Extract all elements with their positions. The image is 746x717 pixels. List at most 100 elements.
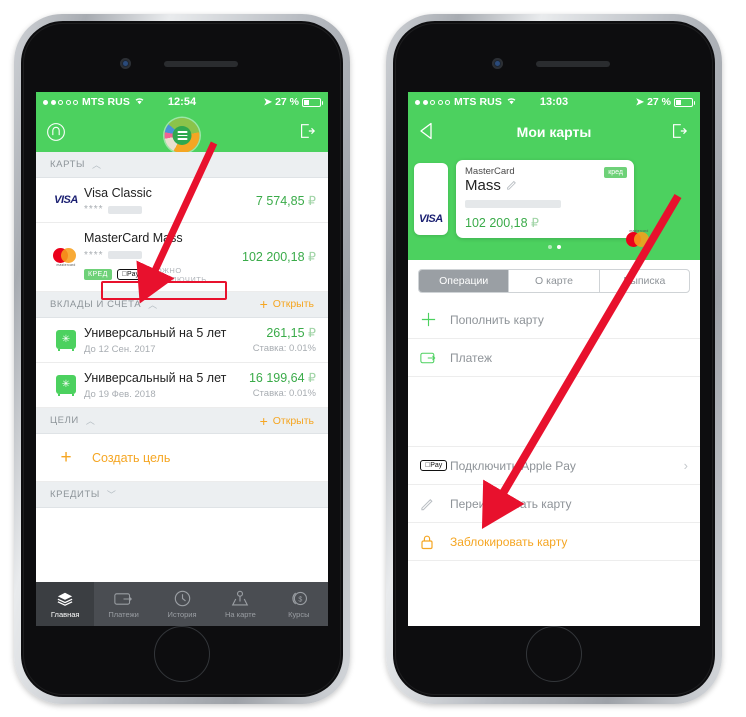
tab-label: На карте <box>225 609 256 619</box>
balance-amount: 7 574,85 <box>255 193 305 208</box>
section-title: КАРТЫ <box>50 159 85 170</box>
navigation-bar: Мои карты <box>408 112 700 152</box>
deposit-row[interactable]: Универсальный на 5 лет До 19 Фев. 2018 1… <box>36 362 328 408</box>
pencil-icon[interactable] <box>506 178 517 195</box>
card-name: MasterCard Mass <box>84 231 183 246</box>
map-pin-icon <box>231 590 249 608</box>
earpiece-speaker <box>164 61 238 67</box>
segmented-control-wrap: Операции О карте Выписка <box>408 260 700 301</box>
chevron-up-icon[interactable]: ︿ <box>92 158 101 171</box>
action-label: Платеж <box>450 350 492 365</box>
tab-map[interactable]: На карте <box>211 582 269 626</box>
logout-icon[interactable] <box>670 122 690 142</box>
tab-rates[interactable]: $ Курсы <box>270 582 328 626</box>
right-phone-device: MTS RUS 13:03 ➤ 27 % Мои карты VISA кред… <box>386 14 722 704</box>
tab-about-card[interactable]: О карте <box>509 270 600 292</box>
tab-operations[interactable]: Операции <box>419 270 510 292</box>
card-info: Visa Classic **** <box>84 185 250 215</box>
apple-pay-icon[interactable]: Pay <box>116 269 145 280</box>
create-goal-button[interactable]: + Создать цель <box>36 434 328 482</box>
card-carousel[interactable]: VISA кред MasterCard Mass 102 200,18 ₽ m… <box>408 152 700 260</box>
status-bar: MTS RUS 12:54 ➤ 27 % <box>36 92 328 112</box>
currency-symbol: ₽ <box>308 326 316 341</box>
action-row-payment[interactable]: Платеж <box>408 339 700 377</box>
profile-icon[interactable] <box>46 122 66 142</box>
card-mask: **** <box>84 250 236 261</box>
section-header-cards[interactable]: КАРТЫ ︿ <box>36 152 328 178</box>
battery-icon <box>302 97 323 107</box>
section-title: ЦЕЛИ <box>50 415 79 426</box>
chevron-down-icon[interactable]: ﹀ <box>107 488 116 501</box>
balance-amount: 261,15 <box>266 326 305 341</box>
deposit-rate: Ставка: 0.01% <box>252 388 316 400</box>
mastercard-logo-icon: mastercard <box>48 247 84 267</box>
tab-payments[interactable]: Платежи <box>94 582 152 626</box>
section-header-goals[interactable]: ЦЕЛИ ︿ + Открыть <box>36 408 328 434</box>
action-row-rename[interactable]: Переименовать карту <box>408 485 700 523</box>
section-header-credits[interactable]: КРЕДИТЫ ﹀ <box>36 482 328 508</box>
chevron-right-icon: › <box>683 458 688 473</box>
status-bar-time: 12:54 <box>167 96 197 108</box>
deposit-name: Универсальный на 5 лет <box>84 370 227 385</box>
home-button[interactable] <box>526 626 582 682</box>
svg-text:$: $ <box>298 596 302 604</box>
front-camera-icon <box>492 58 503 69</box>
left-phone-device: MTS RUS 12:54 ➤ 27 % КАРТЫ ︿ VISA Visa C… <box>14 14 350 704</box>
visa-logo-icon: VISA <box>419 213 443 225</box>
plus-icon <box>420 311 450 328</box>
balance-amount: 16 199,64 <box>248 371 305 386</box>
card-balance: 7 574,85 ₽ <box>250 193 316 208</box>
plus-icon: + <box>60 447 72 468</box>
status-bar: MTS RUS 13:03 ➤ 27 % <box>408 92 700 112</box>
avatar-chart-icon[interactable] <box>164 118 200 153</box>
carousel-pager[interactable] <box>408 245 700 249</box>
home-scroll-body[interactable]: КАРТЫ ︿ VISA Visa Classic **** 7 574,85 <box>36 152 328 626</box>
currency-symbol: ₽ <box>308 193 316 208</box>
visa-logo-icon: VISA <box>54 194 78 207</box>
tab-history[interactable]: История <box>153 582 211 626</box>
card-number-mask <box>465 199 561 208</box>
bottom-tab-bar: Главная Платежи История На карте $ Курсы <box>36 582 328 626</box>
action-row-apple-pay[interactable]: Pay Подключить Apple Pay › <box>408 447 700 485</box>
card-detail-mastercard[interactable]: кред MasterCard Mass 102 200,18 ₽ master… <box>456 160 649 247</box>
segmented-control[interactable]: Операции О карте Выписка <box>418 269 690 293</box>
deposit-date: До 19 Фев. 2018 <box>84 389 156 400</box>
card-type-label: MasterCard <box>465 166 515 177</box>
status-badge-kred: кред <box>604 167 627 178</box>
action-label: Переименовать карту <box>450 496 572 511</box>
open-deposit-button[interactable]: + Открыть <box>260 297 314 311</box>
tab-statement[interactable]: Выписка <box>600 270 689 292</box>
action-row-topup[interactable]: Пополнить карту <box>408 301 700 339</box>
deposit-row[interactable]: Универсальный на 5 лет До 12 Сен. 2017 2… <box>36 317 328 363</box>
card-peek-visa[interactable]: VISA <box>414 163 448 235</box>
tab-label: Курсы <box>288 609 310 619</box>
card-balance: 102 200,18 ₽ <box>236 249 316 264</box>
payment-card-arrow-icon <box>420 351 450 365</box>
battery-icon <box>674 97 695 107</box>
left-phone-screen: MTS RUS 12:54 ➤ 27 % КАРТЫ ︿ VISA Visa C… <box>36 92 328 626</box>
action-row-block-card[interactable]: Заблокировать карту <box>408 523 700 561</box>
chevron-up-icon[interactable]: ︿ <box>86 414 95 427</box>
home-stack-icon <box>56 590 74 608</box>
currency-symbol: ₽ <box>531 216 539 230</box>
apple-pay-icon: Pay <box>420 460 450 471</box>
currency-symbol: ₽ <box>308 250 316 265</box>
page-title: Мои карты <box>516 124 592 140</box>
screenshot-stage: MTS RUS 12:54 ➤ 27 % КАРТЫ ︿ VISA Visa C… <box>0 0 746 717</box>
safe-icon <box>48 330 84 352</box>
plus-icon: + <box>259 296 268 312</box>
card-row-visa[interactable]: VISA Visa Classic **** 7 574,85 ₽ <box>36 178 328 224</box>
home-button[interactable] <box>154 626 210 682</box>
card-balance: 102 200,18 ₽ <box>465 215 539 230</box>
action-label: Подключить Apple Pay <box>450 458 576 473</box>
open-goal-button[interactable]: + Открыть <box>260 414 314 428</box>
tab-home[interactable]: Главная <box>36 582 95 626</box>
status-badge-kred: КРЕД <box>84 269 112 280</box>
card-name: Mass <box>465 177 501 195</box>
back-triangle-icon[interactable] <box>418 122 438 142</box>
section-title: КРЕДИТЫ <box>50 489 100 500</box>
logout-icon[interactable] <box>298 122 318 142</box>
deposit-rate: Ставка: 0.01% <box>252 343 316 355</box>
safe-icon <box>48 375 84 397</box>
create-goal-label: Создать цель <box>92 450 171 465</box>
